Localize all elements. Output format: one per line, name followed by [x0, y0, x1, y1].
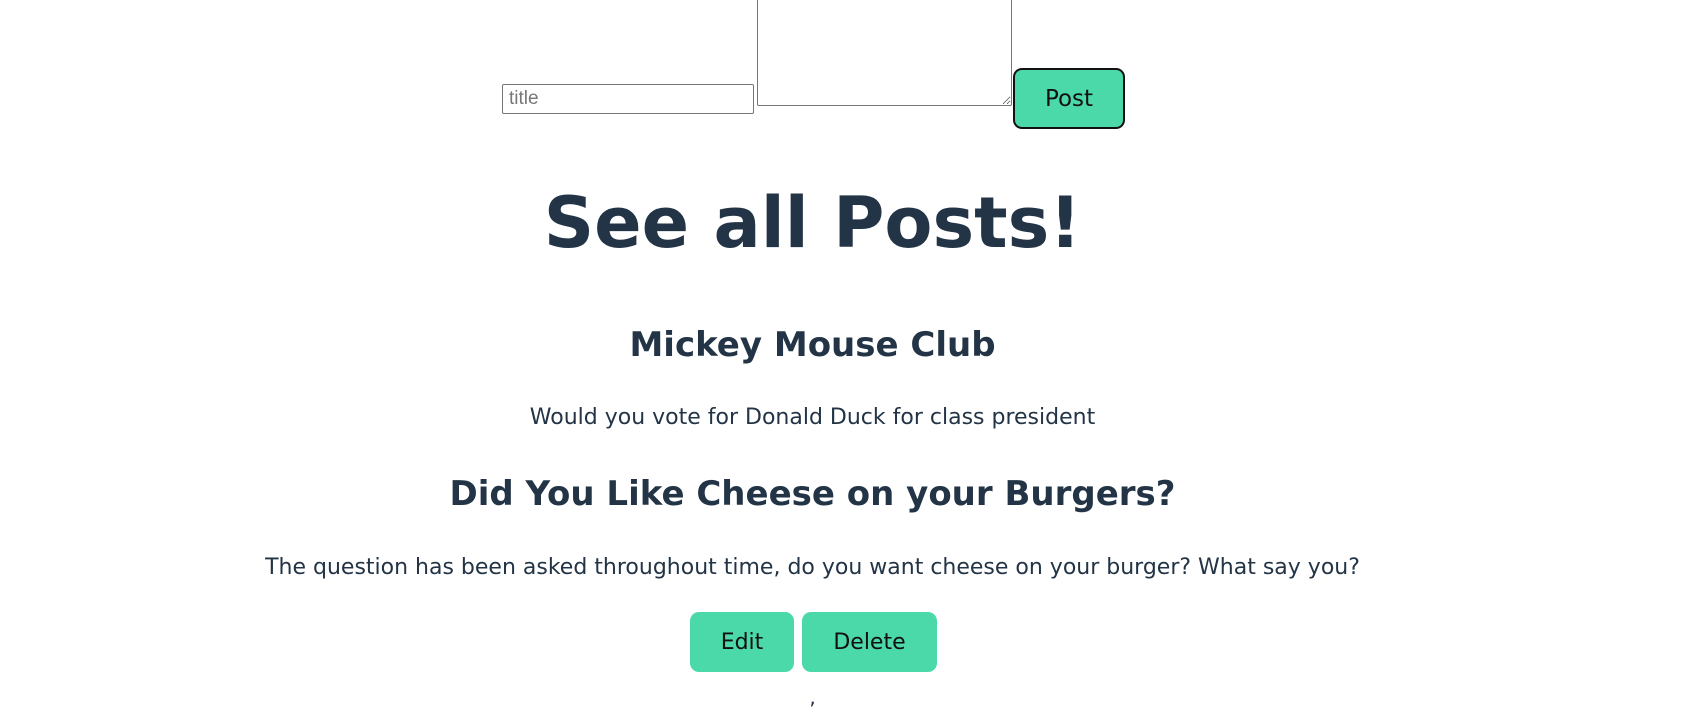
- post-body: The question has been asked throughout t…: [265, 555, 1360, 580]
- edit-button[interactable]: Edit: [690, 612, 794, 672]
- post-button[interactable]: Post: [1013, 68, 1125, 129]
- page-heading: See all Posts!: [543, 182, 1082, 264]
- post-title: Did You Like Cheese on your Burgers?: [449, 474, 1176, 514]
- post-title-input[interactable]: [502, 84, 754, 114]
- post-content-textarea[interactable]: [757, 0, 1012, 106]
- delete-button[interactable]: Delete: [802, 612, 937, 672]
- post-title: Mickey Mouse Club: [629, 325, 996, 365]
- post-body: Would you vote for Donald Duck for class…: [529, 405, 1096, 430]
- list-separator: ,: [809, 685, 816, 709]
- page: Post See all Posts! Mickey Mouse Club Wo…: [0, 0, 1687, 728]
